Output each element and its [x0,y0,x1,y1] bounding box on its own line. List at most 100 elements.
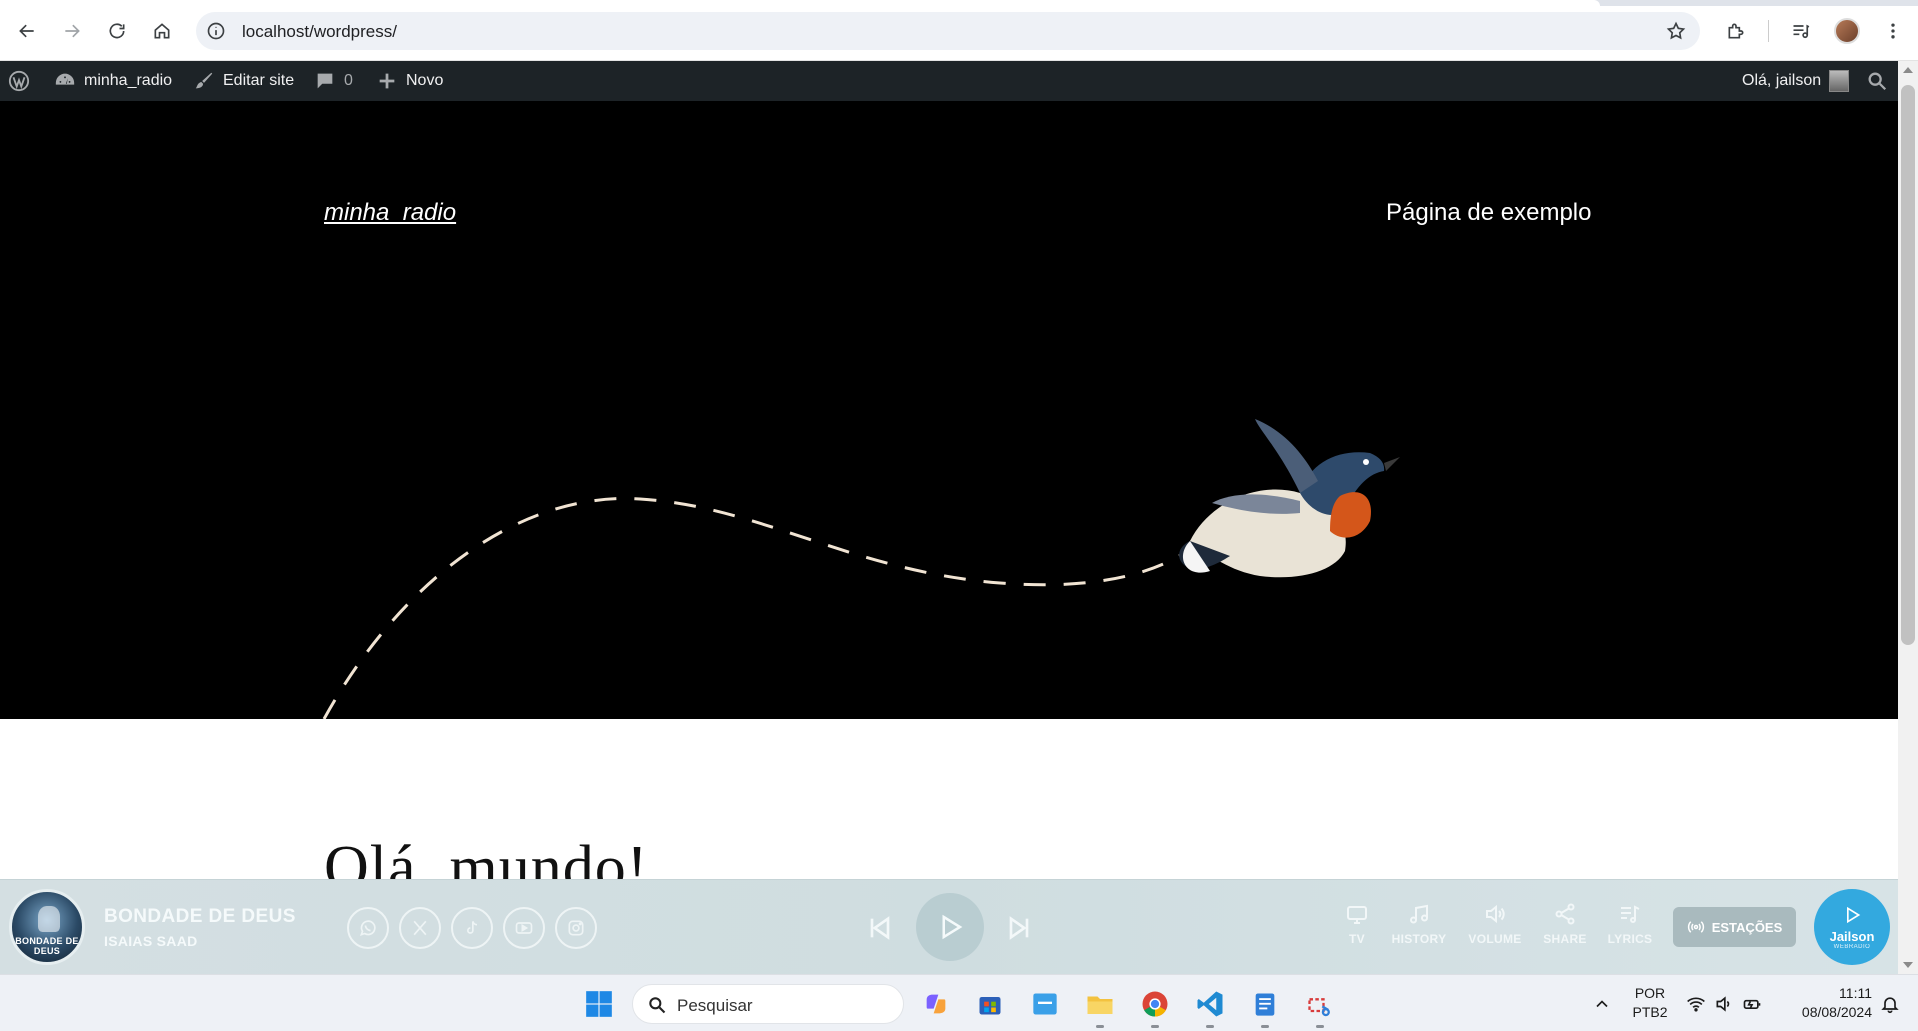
forward-button[interactable] [55,14,89,48]
running-indicator [1151,1025,1159,1028]
wp-admin-bar: minha_radio Editar site 0 Novo Olá, jail… [0,61,1898,101]
taskbar-search-placeholder: Pesquisar [677,996,753,1015]
home-icon [154,23,170,39]
song-artist: ISAIAS SAAD [104,933,198,949]
taskbar-file-explorer[interactable] [1082,986,1118,1022]
tv-icon [1347,906,1367,924]
tiktok-button[interactable] [451,907,493,949]
start-button[interactable] [581,986,617,1022]
home-button[interactable] [145,14,179,48]
play-icon [942,914,963,940]
next-track-icon[interactable] [1003,912,1035,944]
play-button[interactable] [916,893,984,961]
language-indicator[interactable]: POR PTB2 [1624,985,1676,1020]
stations-label: ESTAÇÕES [1711,919,1783,935]
page-scrollbar[interactable] [1898,61,1918,974]
taskbar-chrome[interactable] [1137,986,1173,1022]
adminbar-comments-count: 0 [344,72,353,89]
taskbar-copilot[interactable] [918,986,954,1022]
search-icon [1868,72,1887,91]
adminbar-edit-site[interactable]: Editar site [193,61,294,101]
song-title: BONDADE DE DEUS [104,906,296,927]
tool-lyrics-label: LYRICS [1607,932,1653,946]
windows-logo-icon [586,991,612,1017]
clock[interactable]: 11:11 08/08/2024 [1782,985,1872,1020]
battery-icon[interactable] [1742,994,1762,1014]
whatsapp-button[interactable] [347,907,389,949]
clock-date: 08/08/2024 [1801,1004,1872,1020]
scroll-up-arrow[interactable] [1903,67,1913,73]
x-twitter-button[interactable] [399,907,441,949]
url-text[interactable]: localhost/wordpress/ [242,22,397,42]
tool-tv[interactable]: TV [1322,902,1392,948]
youtube-button[interactable] [503,907,545,949]
puzzle-icon [1728,23,1744,39]
taskbar-app-blue[interactable] [1027,986,1063,1022]
adminbar-my-account[interactable]: Olá, jailson [1742,61,1850,101]
tool-volume[interactable]: VOLUME [1460,902,1530,948]
adminbar-new[interactable]: Novo [376,61,443,101]
site-header-hero: minha_radio Página de exemplo [0,101,1898,719]
tool-history[interactable]: HISTORY [1384,902,1454,948]
scroll-thumb[interactable] [1901,85,1915,645]
station-subtitle: WEBRADIO [1833,944,1871,950]
bird-flight-illustration [322,419,1400,719]
profile-avatar[interactable] [1834,18,1860,44]
reload-button[interactable] [100,14,134,48]
stations-button[interactable]: ESTAÇÕES [1673,907,1796,947]
windows-taskbar: Pesquisar POR PTB2 11:11 08/08/2024 [0,974,1918,1031]
chrome-icon [1142,991,1168,1017]
tool-tv-label: TV [1349,932,1365,946]
cover-figure [38,906,60,932]
tool-lyrics[interactable]: LYRICS [1595,902,1665,948]
menu-button[interactable] [1876,14,1910,48]
taskbar-notepad[interactable] [1247,986,1283,1022]
taskbar-vscode[interactable] [1192,986,1228,1022]
tiktok-icon [467,921,478,934]
scissors-icon [1308,998,1330,1017]
tool-share[interactable]: SHARE [1530,902,1600,948]
taskbar-search[interactable]: Pesquisar [632,984,904,1024]
arrow-left-icon [19,24,34,38]
site-info-icon[interactable] [206,21,226,41]
notification-bell-icon[interactable] [1880,994,1900,1014]
taskbar-snipping-tool[interactable] [1302,986,1338,1022]
taskbar-store[interactable] [972,986,1008,1022]
wifi-icon[interactable] [1686,994,1706,1014]
bookmark-star-icon[interactable] [1666,21,1686,41]
radio-player-bar: BONDADE DE DEUS BONDADE DE DEUS ISAIAS S… [0,879,1898,974]
adminbar-search[interactable] [1866,61,1888,101]
clock-time: 11:11 [1839,985,1872,1001]
address-bar[interactable]: localhost/wordpress/ [196,12,1700,50]
adminbar-greeting: Olá, jailson [1742,72,1822,89]
play-outline-icon [1847,906,1861,924]
extensions-button[interactable] [1719,14,1753,48]
adminbar-site-name[interactable]: minha_radio [54,61,172,101]
wordpress-logo-icon [8,70,30,92]
adminbar-edit-site-label: Editar site [223,72,295,89]
tool-share-label: SHARE [1543,932,1587,946]
bird-icon [1179,419,1400,578]
media-control-button[interactable] [1784,14,1818,48]
speaker-icon[interactable] [1714,994,1734,1014]
adminbar-site-name-label: minha_radio [84,72,173,89]
instagram-button[interactable] [555,907,597,949]
wp-logo-menu[interactable] [8,61,30,101]
volume-icon [1486,904,1505,924]
share-icon [1555,903,1575,925]
toolbar-divider [1768,20,1769,42]
app-window-icon [1033,993,1057,1015]
chevron-up-icon[interactable] [1592,994,1612,1014]
reload-icon [109,23,125,39]
adminbar-comments[interactable]: 0 [314,61,353,101]
back-button[interactable] [10,14,44,48]
cover-text: BONDADE DE DEUS [15,936,79,956]
tab-strip [0,0,1918,6]
browser-toolbar: localhost/wordpress/ [0,0,1918,61]
scroll-down-arrow[interactable] [1903,962,1913,968]
station-name: Jailson [1829,929,1875,944]
post-title[interactable]: Olá, mundo! [324,833,648,879]
tool-history-label: HISTORY [1391,932,1447,946]
previous-track-icon[interactable] [864,912,896,944]
station-logo-button[interactable]: Jailson WEBRADIO [1814,889,1890,965]
